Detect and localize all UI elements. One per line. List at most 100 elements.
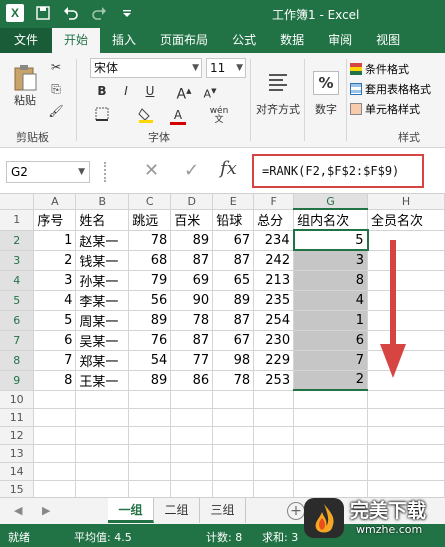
column-header-selected[interactable]: G xyxy=(293,194,369,210)
cell[interactable]: 王某一 xyxy=(75,370,130,391)
cell[interactable] xyxy=(293,426,369,445)
row-header[interactable]: 6 xyxy=(0,310,35,331)
cell[interactable]: 序号 xyxy=(33,209,77,231)
row-header[interactable]: 12 xyxy=(0,426,35,445)
cell[interactable] xyxy=(170,408,214,427)
cell[interactable]: 77 xyxy=(170,350,214,371)
cell[interactable] xyxy=(367,390,445,409)
phonetic-guide-button[interactable]: wén 文 xyxy=(208,107,230,125)
shrink-font-icon[interactable]: A▼ xyxy=(202,83,218,101)
cell[interactable]: 姓名 xyxy=(75,209,130,231)
cell[interactable]: 235 xyxy=(253,290,295,311)
cell-table[interactable]: A B C D E F G H 1 序号 姓名 跳远 百米 铅球 总分 组内名次… xyxy=(0,194,445,517)
cell[interactable] xyxy=(170,462,214,481)
cell[interactable]: 7 xyxy=(33,350,77,371)
cut-icon[interactable]: ✂ xyxy=(48,59,64,75)
cell[interactable] xyxy=(367,426,445,445)
bold-button[interactable]: B xyxy=(94,83,110,99)
number-format-button[interactable]: % 数字 xyxy=(308,61,344,127)
tab-file[interactable]: 文件 xyxy=(0,28,53,53)
font-name-box[interactable]: 宋体 ▼ xyxy=(90,58,202,78)
cell[interactable]: 56 xyxy=(128,290,172,311)
copy-icon[interactable]: ⎘ xyxy=(48,81,64,97)
cell[interactable]: 79 xyxy=(128,270,172,291)
cell[interactable] xyxy=(253,390,295,409)
cell[interactable] xyxy=(367,408,445,427)
row-header[interactable]: 10 xyxy=(0,390,35,409)
row-header[interactable]: 1 xyxy=(0,209,35,231)
cell[interactable]: 铅球 xyxy=(212,209,255,231)
cell[interactable] xyxy=(212,462,255,481)
row-header[interactable]: 2 xyxy=(0,230,35,251)
cell[interactable]: 3 xyxy=(33,270,77,291)
enter-icon[interactable]: ✓ xyxy=(184,160,199,181)
redo-icon[interactable] xyxy=(90,4,108,22)
select-all-corner[interactable] xyxy=(0,194,35,210)
row-header[interactable]: 7 xyxy=(0,330,35,351)
cell[interactable]: 65 xyxy=(212,270,255,291)
formula-bar-splitter[interactable] xyxy=(104,162,110,182)
worksheet-grid[interactable]: A B C D E F G H 1 序号 姓名 跳远 百米 铅球 总分 组内名次… xyxy=(0,194,445,517)
cell[interactable] xyxy=(170,444,214,463)
tab-page-layout[interactable]: 页面布局 xyxy=(148,28,220,53)
cell[interactable]: 242 xyxy=(253,250,295,271)
font-color-button[interactable]: A xyxy=(170,107,186,125)
scroll-left-icon[interactable]: ◀ xyxy=(14,504,22,517)
cell[interactable]: 总分 xyxy=(253,209,295,231)
cell[interactable]: 87 xyxy=(170,330,214,351)
cell[interactable] xyxy=(33,462,77,481)
cell[interactable]: 百米 xyxy=(170,209,214,231)
cell[interactable]: 234 xyxy=(253,230,295,251)
cell[interactable] xyxy=(33,444,77,463)
cell[interactable] xyxy=(367,444,445,463)
selected-cell[interactable]: 4 xyxy=(293,290,369,311)
font-size-box[interactable]: 11 ▼ xyxy=(206,58,246,78)
cell[interactable] xyxy=(253,426,295,445)
cell[interactable]: 1 xyxy=(33,230,77,251)
column-header[interactable]: A xyxy=(33,194,77,210)
cell[interactable]: 5 xyxy=(33,310,77,331)
row-header[interactable]: 4 xyxy=(0,270,35,291)
formula-input[interactable]: =RANK(F2,$F$2:$F$9) xyxy=(252,154,424,188)
active-cell[interactable]: 5 xyxy=(292,229,369,251)
cell[interactable]: 87 xyxy=(212,310,255,331)
grow-font-icon[interactable]: A▲ xyxy=(176,83,192,103)
cell[interactable]: 周某一 xyxy=(75,310,130,331)
cell[interactable] xyxy=(75,390,130,409)
row-header[interactable]: 9 xyxy=(0,370,35,391)
column-header[interactable]: F xyxy=(253,194,295,210)
cell[interactable]: 67 xyxy=(212,330,255,351)
cell[interactable]: 组内名次 xyxy=(293,209,369,231)
column-header[interactable]: E xyxy=(212,194,255,210)
cell[interactable]: 89 xyxy=(128,370,172,391)
cell[interactable] xyxy=(75,426,130,445)
borders-icon[interactable] xyxy=(94,107,110,123)
selected-cell[interactable]: 6 xyxy=(293,330,369,351)
cancel-icon[interactable]: ✕ xyxy=(144,160,159,181)
row-header[interactable]: 14 xyxy=(0,462,35,481)
cell[interactable]: 68 xyxy=(128,250,172,271)
tab-insert[interactable]: 插入 xyxy=(100,28,148,53)
save-icon[interactable] xyxy=(34,4,52,22)
cell[interactable] xyxy=(293,462,369,481)
cell[interactable]: 89 xyxy=(128,310,172,331)
sheet-tab-group1[interactable]: 一组 xyxy=(108,498,154,523)
tab-data[interactable]: 数据 xyxy=(268,28,316,53)
cell[interactable]: 钱某一 xyxy=(75,250,130,271)
row-header[interactable]: 5 xyxy=(0,290,35,311)
cell[interactable]: 69 xyxy=(170,270,214,291)
conditional-format-button[interactable]: 条件格式 xyxy=(350,59,445,79)
cell[interactable] xyxy=(253,444,295,463)
cell[interactable]: 67 xyxy=(212,230,255,251)
cell[interactable]: 全员名次 xyxy=(367,209,445,231)
cell[interactable]: 76 xyxy=(128,330,172,351)
column-header[interactable]: C xyxy=(128,194,172,210)
cell[interactable] xyxy=(293,390,369,409)
customize-qat-icon[interactable] xyxy=(118,4,136,22)
cell[interactable] xyxy=(128,462,172,481)
cell[interactable]: 89 xyxy=(170,230,214,251)
tab-review[interactable]: 审阅 xyxy=(316,28,364,53)
cell[interactable]: 213 xyxy=(253,270,295,291)
cell[interactable]: 89 xyxy=(212,290,255,311)
paste-button[interactable]: 粘贴 xyxy=(8,59,42,113)
